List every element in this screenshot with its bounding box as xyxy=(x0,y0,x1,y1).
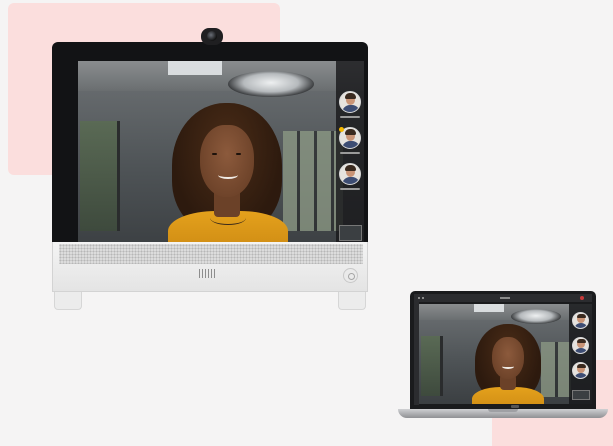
home-button-icon[interactable] xyxy=(343,268,358,283)
main-participant-video xyxy=(140,103,320,251)
desk-video-device xyxy=(52,28,368,312)
participant-avatar[interactable] xyxy=(339,91,361,113)
participant-avatar[interactable] xyxy=(339,163,361,185)
participant-avatar[interactable] xyxy=(572,312,589,329)
device-logo-icon xyxy=(199,269,217,278)
camera-icon xyxy=(201,28,223,45)
self-view-thumbnail[interactable] xyxy=(339,225,362,241)
laptop-base xyxy=(398,409,608,418)
laptop xyxy=(398,291,608,419)
laptop-brand-icon xyxy=(511,405,519,408)
end-call-button[interactable] xyxy=(580,296,584,300)
self-view-thumbnail[interactable] xyxy=(572,390,590,400)
laptop-lid xyxy=(410,291,596,411)
laptop-screen xyxy=(419,304,592,404)
device-foot-left xyxy=(54,292,82,310)
device-screen xyxy=(78,61,364,251)
device-bezel xyxy=(52,42,368,251)
skylight xyxy=(168,61,222,75)
window-left xyxy=(80,121,120,231)
participant-sidebar xyxy=(569,304,592,404)
device-foot-right xyxy=(338,292,366,310)
participant-avatar[interactable] xyxy=(572,362,589,379)
pendant-lamp xyxy=(228,71,314,97)
speaker-grille xyxy=(59,244,363,264)
participant-sidebar xyxy=(336,61,364,251)
device-base xyxy=(52,242,368,292)
participant-avatar[interactable] xyxy=(572,337,589,354)
speaking-indicator-icon xyxy=(339,127,344,132)
app-title-bar xyxy=(414,294,592,302)
main-participant-video xyxy=(455,324,565,404)
